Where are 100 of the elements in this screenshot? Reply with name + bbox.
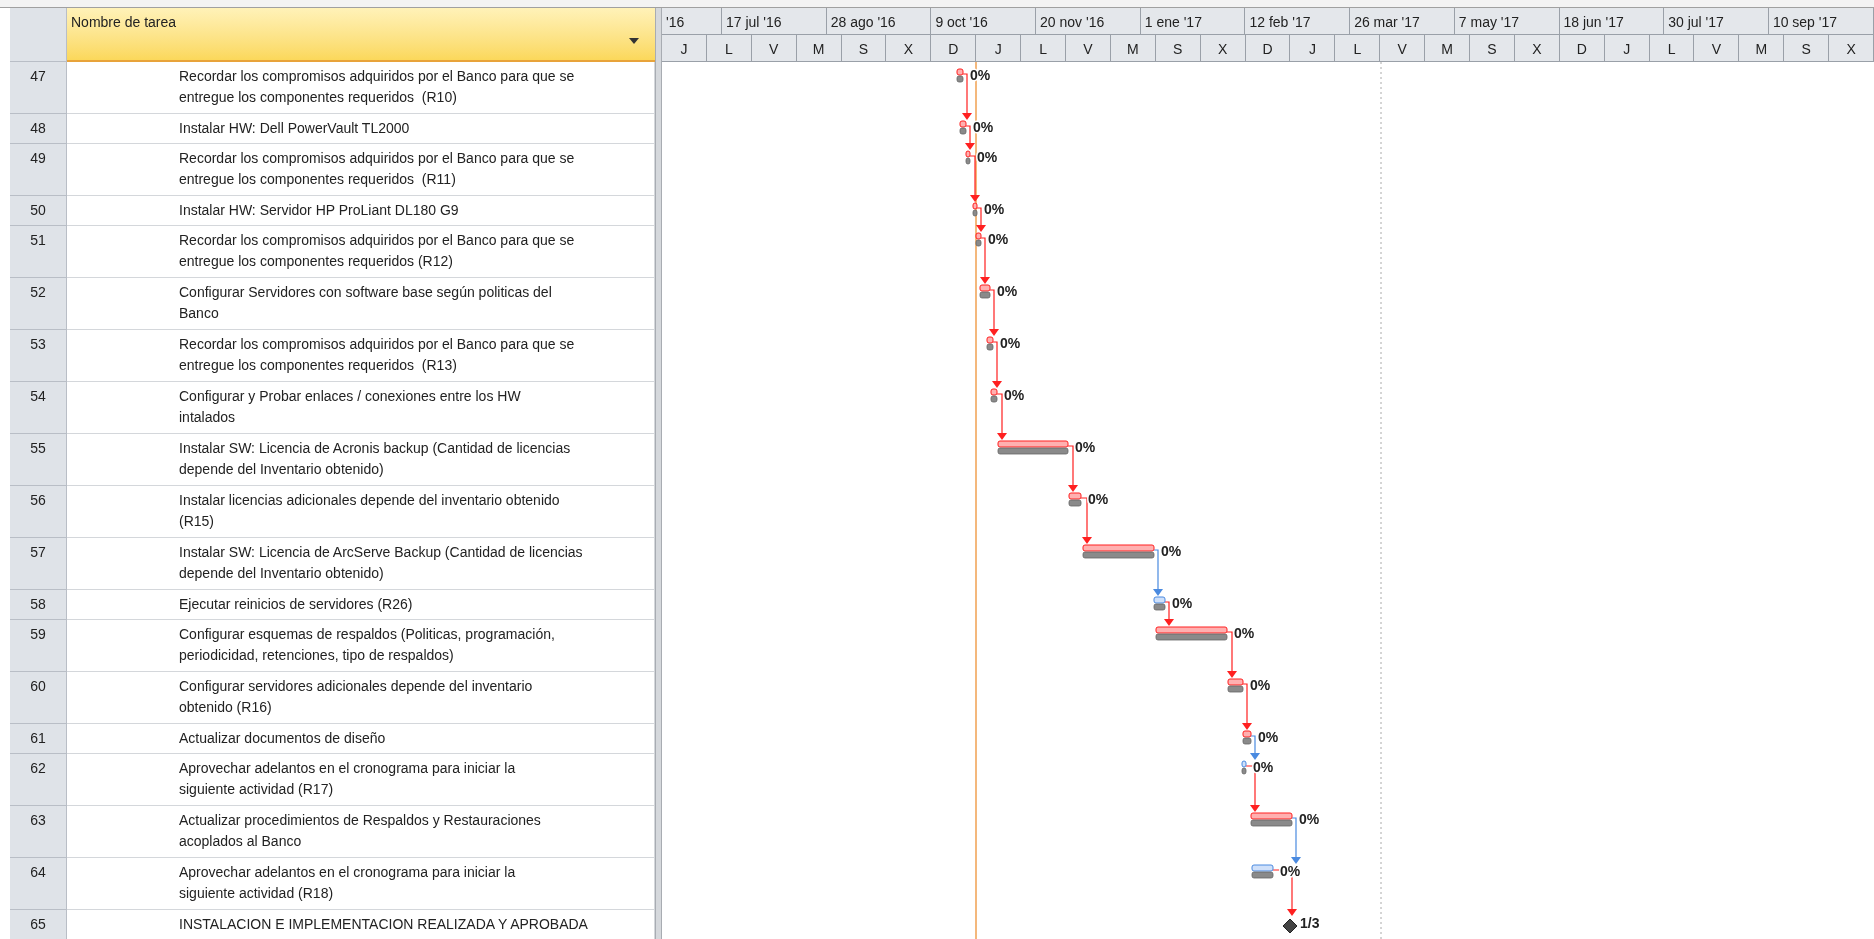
- row-number: 60: [10, 672, 67, 724]
- task-name-cell: Actualizar procedimientos de Respaldos y Restauraciones acoplados al Banco: [67, 806, 655, 858]
- progress-label: 0%: [1234, 625, 1255, 641]
- timescale-cell: 9 oct '16: [931, 8, 1037, 34]
- task-bar[interactable]: [1155, 626, 1228, 641]
- task-bar[interactable]: [1250, 812, 1293, 827]
- row-number: 57: [10, 538, 67, 590]
- timescale-cell: J: [976, 35, 1022, 61]
- task-name-cell: Instalar HW: Dell PowerVault TL2000: [67, 114, 655, 144]
- task-name-cell: Configurar Servidores con software base según politicas del Banco: [67, 278, 655, 330]
- timescale-cell: X: [1829, 35, 1874, 61]
- task-bar[interactable]: [956, 68, 964, 83]
- task-name-cell: Instalar SW: Licencia de Acronis backup (Cantidad de licencias depende del Inventario obtenido): [67, 434, 655, 486]
- dependency-arrow: [1153, 549, 1163, 596]
- row-number: 56: [10, 486, 67, 538]
- task-bar[interactable]: [1227, 678, 1244, 693]
- timescale-cell: L: [1335, 35, 1381, 61]
- task-name-cell: Recordar los compromisos adquiridos por el Banco para que se entregue los componentes requeridos (R11): [67, 144, 655, 196]
- timescale-cell: '16: [662, 8, 722, 34]
- timescale-cell: M: [1110, 35, 1156, 61]
- progress-label: 1/3: [1300, 915, 1320, 931]
- progress-label: 0%: [1258, 729, 1279, 745]
- row-number: 52: [10, 278, 67, 330]
- task-bar[interactable]: [1242, 730, 1252, 745]
- timescale-cell: M: [796, 35, 842, 61]
- dependency-arrow: [1242, 683, 1252, 730]
- timescale-cell: S: [1784, 35, 1830, 61]
- row-number: 58: [10, 590, 67, 620]
- row-number: 65: [10, 910, 67, 939]
- timescale-cell: V: [1380, 35, 1426, 61]
- progress-label: 0%: [1172, 595, 1193, 611]
- task-name-cell: Configurar servidores adicionales depende del inventario obtenido (R16): [67, 672, 655, 724]
- timescale-cell: L: [1021, 35, 1066, 61]
- timescale-cell: L: [1649, 35, 1695, 61]
- task-bar[interactable]: [972, 202, 978, 217]
- task-name-cell: Ejecutar reinicios de servidores (R26): [67, 590, 655, 620]
- task-bar[interactable]: [1251, 864, 1274, 879]
- task-bar[interactable]: [1241, 760, 1247, 775]
- timescale-cell: V: [1694, 35, 1740, 61]
- timescale-cell: X: [1514, 35, 1560, 61]
- timescale-cell: D: [1245, 35, 1291, 61]
- progress-label: 0%: [1280, 863, 1301, 879]
- progress-label: 0%: [1088, 491, 1109, 507]
- progress-label: 0%: [1299, 811, 1320, 827]
- timescale-cell: D: [931, 35, 977, 61]
- dependency-arrow: [989, 289, 999, 336]
- timescale-cell: 26 mar '17: [1350, 8, 1455, 34]
- task-bar[interactable]: [997, 440, 1069, 455]
- task-name-cell: Aprovechar adelantos en el cronograma para iniciar la siguiente actividad (R17): [67, 754, 655, 806]
- timescale-cell: 20 nov '16: [1036, 8, 1141, 34]
- task-name-cell: Aprovechar adelantos en el cronograma para iniciar la siguiente actividad (R18): [67, 858, 655, 910]
- timescale-cell: X: [886, 35, 932, 61]
- progress-label: 0%: [1161, 543, 1182, 559]
- timescale-cell: J: [662, 35, 707, 61]
- row-number: 49: [10, 144, 67, 196]
- task-name-cell: Instalar licencias adicionales depende del inventario obtenido (R15): [67, 486, 655, 538]
- task-bar[interactable]: [959, 120, 967, 135]
- timescale-cell: J: [1290, 35, 1336, 61]
- timescale-cell: J: [1604, 35, 1650, 61]
- task-bar[interactable]: [1082, 544, 1155, 559]
- task-bar[interactable]: [965, 150, 971, 165]
- timescale-cell: 28 ago '16: [826, 8, 932, 34]
- task-name-cell: Configurar esquemas de respaldos (Politicas, programación, periodicidad, retenciones, tipo de respaldos): [67, 620, 655, 672]
- row-number: 51: [10, 226, 67, 278]
- row-number: 50: [10, 196, 67, 226]
- progress-label: 0%: [1000, 335, 1021, 351]
- task-bar[interactable]: [979, 284, 991, 299]
- row-number: 53: [10, 330, 67, 382]
- task-name-cell: Recordar los compromisos adquiridos por el Banco para que se entregue los componentes requeridos (R13): [67, 330, 655, 382]
- progress-label: 0%: [988, 231, 1009, 247]
- timescale-cell: L: [706, 35, 752, 61]
- dependency-arrow: [976, 207, 986, 232]
- progress-label: 0%: [1075, 439, 1096, 455]
- dependency-arrow: [1164, 601, 1174, 626]
- dependency-arrow: [1250, 735, 1260, 760]
- row-number: 55: [10, 434, 67, 486]
- milestone-diamond[interactable]: [1282, 918, 1298, 934]
- progress-label: 0%: [1250, 677, 1271, 693]
- row-number: 47: [10, 62, 67, 114]
- task-bar[interactable]: [990, 388, 998, 403]
- progress-label: 0%: [1253, 759, 1274, 775]
- task-bar[interactable]: [1153, 596, 1166, 611]
- progress-label: 0%: [1004, 387, 1025, 403]
- timescale-cell: S: [1155, 35, 1201, 61]
- task-name-cell: Instalar HW: Servidor HP ProLiant DL180 G9: [67, 196, 655, 226]
- timescale-cell: 12 feb '17: [1245, 8, 1351, 34]
- task-bar[interactable]: [1068, 492, 1082, 507]
- timescale-cell: 7 may '17: [1454, 8, 1560, 34]
- task-name-cell: Recordar los compromisos adquiridos por el Banco para que se entregue los componentes requeridos (R12): [67, 226, 655, 278]
- task-name-cell: Configurar y Probar enlaces / conexiones entre los HW intalados: [67, 382, 655, 434]
- timescale-cell: S: [841, 35, 887, 61]
- task-bar[interactable]: [975, 232, 982, 247]
- dropdown-caret-icon[interactable]: [629, 38, 639, 44]
- row-number: 63: [10, 806, 67, 858]
- timescale-cell: M: [1739, 35, 1785, 61]
- row-number: 54: [10, 382, 67, 434]
- task-bar[interactable]: [986, 336, 994, 351]
- timescale-cell: D: [1559, 35, 1605, 61]
- column-header[interactable]: Nombre de tarea: [67, 8, 655, 62]
- dependency-arrow: [1291, 817, 1301, 864]
